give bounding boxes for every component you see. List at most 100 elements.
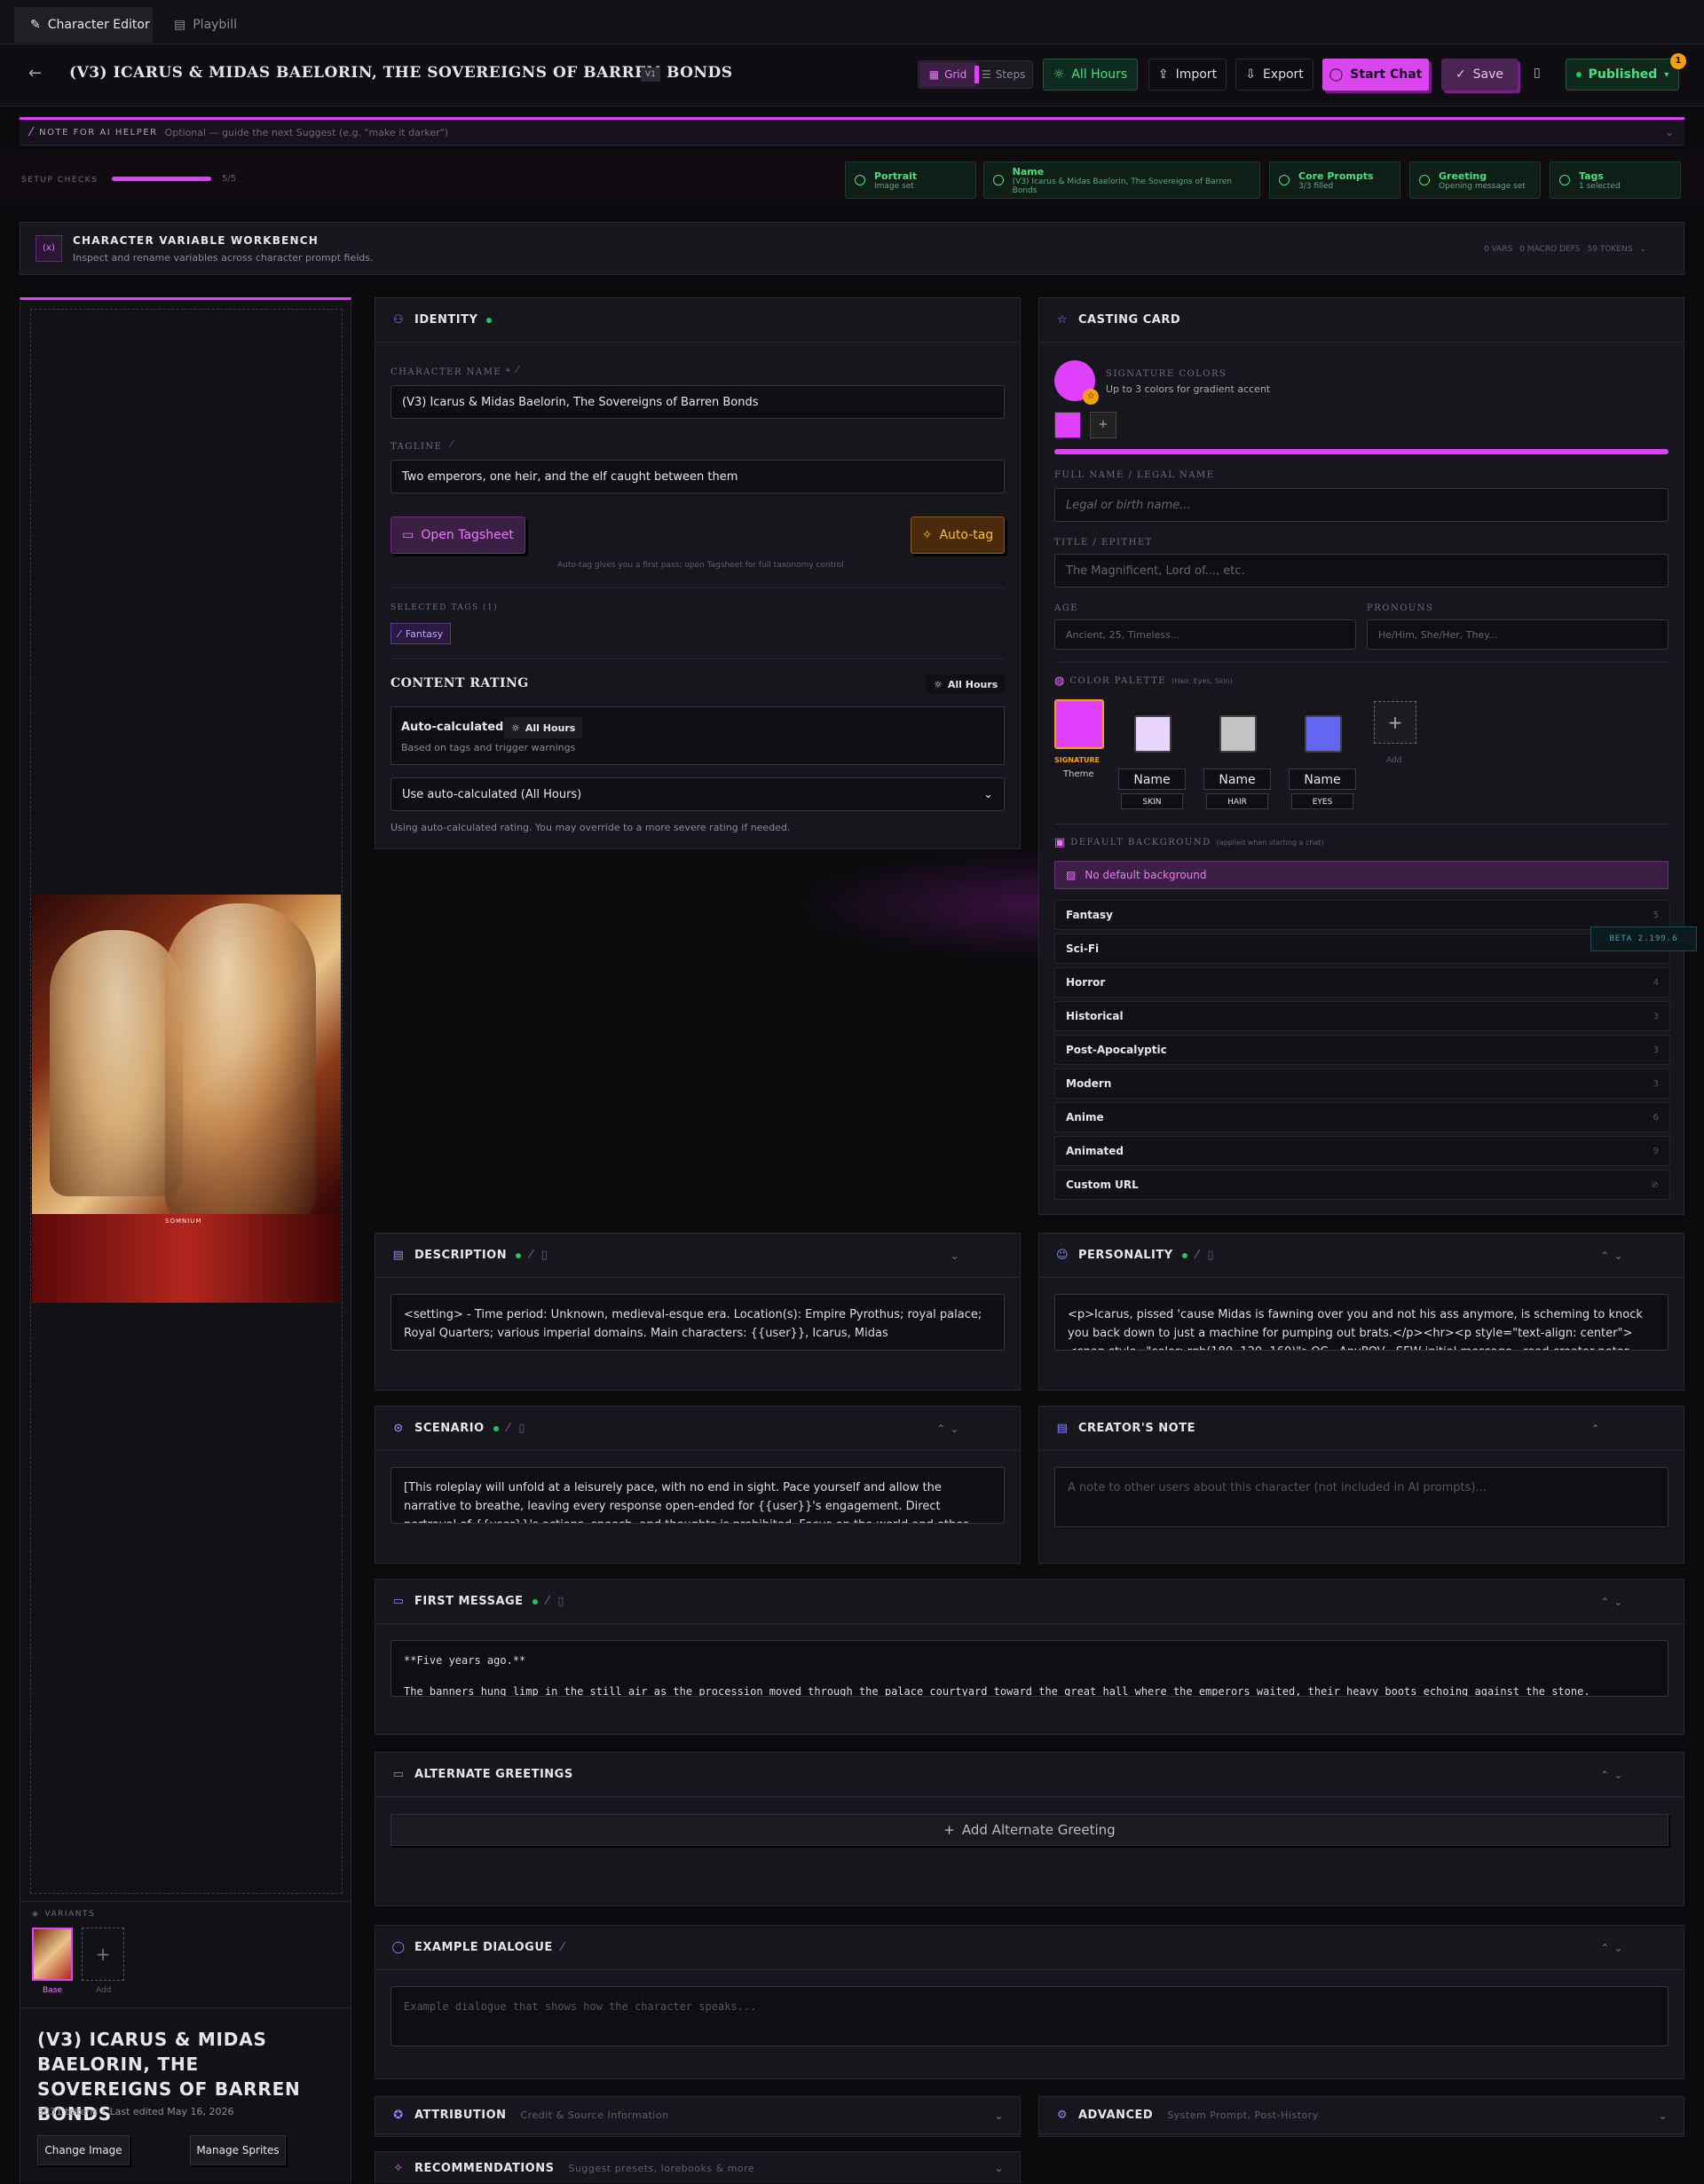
published-button[interactable]: Published ▾ xyxy=(1566,59,1679,91)
import-button[interactable]: ⇪ Import xyxy=(1148,59,1227,91)
signature-swatch-large[interactable] xyxy=(1054,699,1104,749)
export-button[interactable]: ⇩ Export xyxy=(1235,59,1314,91)
skin-name-input[interactable]: Name xyxy=(1118,769,1186,790)
variant-base-thumb[interactable] xyxy=(32,1928,73,1981)
genre-post-apocalyptic[interactable]: Post-Apocalyptic 3 xyxy=(1054,1035,1670,1065)
description-textarea[interactable]: <setting> - Time period: Unknown, mediev… xyxy=(390,1294,1005,1351)
check-name[interactable]: Name (V3) Icarus & Midas Baelorin, The So… xyxy=(983,162,1260,199)
grid-button[interactable]: ▦ Grid xyxy=(919,62,976,87)
wand-icon[interactable]: ⁄ xyxy=(547,1595,549,1608)
rating-badge: ☼ All Hours xyxy=(927,674,1006,694)
chevron-down-icon: ⌄ xyxy=(1664,126,1674,138)
tagline-input[interactable]: Two emperors, one heir, and the elf caug… xyxy=(390,460,1005,493)
open-tagsheet-button[interactable]: ▭ Open Tagsheet xyxy=(390,516,525,554)
change-image-button[interactable]: Change Image xyxy=(37,2135,130,2165)
chevron-updown-icon[interactable]: ⌃ ⌄ xyxy=(1600,1769,1623,1781)
all-hours-button[interactable]: ☼ All Hours xyxy=(1043,59,1138,91)
add-color-button[interactable]: + xyxy=(1374,701,1416,744)
genre-custom-url[interactable]: Custom URL ⊘ xyxy=(1054,1170,1670,1200)
status-dot-icon xyxy=(516,1252,522,1258)
ai-note-bar[interactable]: ⁄ NOTE FOR AI HELPER Optional — guide th… xyxy=(20,117,1684,146)
back-button[interactable]: ← xyxy=(28,64,42,83)
add-variant-button[interactable]: + xyxy=(82,1928,124,1981)
palette-icon: ◍ xyxy=(1054,674,1065,688)
save-button[interactable]: ✓ Save xyxy=(1441,59,1518,91)
title-input[interactable]: The Magnificent, Lord of..., etc. xyxy=(1054,554,1668,587)
hair-name-input[interactable]: Name xyxy=(1203,769,1271,790)
tab-character-editor[interactable]: ✎ Character Editor xyxy=(14,7,153,43)
file-icon[interactable]: ▯ xyxy=(1207,1249,1214,1262)
image-icon: ▣ xyxy=(1054,836,1066,849)
wand-icon[interactable]: ⁄ xyxy=(451,438,453,450)
no-background-option[interactable]: ▨ No default background xyxy=(1054,861,1668,889)
file-icon[interactable]: ▯ xyxy=(518,1422,525,1435)
check-circle-icon xyxy=(1419,175,1430,185)
name-input[interactable]: (V3) Icarus & Midas Baelorin, The Sovere… xyxy=(390,385,1005,419)
genre-anime[interactable]: Anime 6 xyxy=(1054,1102,1670,1132)
user-icon: ⚇ xyxy=(392,313,405,327)
chevron-down-icon: ⌄ xyxy=(1658,2109,1668,2122)
genre-fantasy[interactable]: Fantasy 5 xyxy=(1054,900,1670,930)
first-message-textarea[interactable]: **Five years ago.** The banners hung limp… xyxy=(390,1640,1668,1697)
add-alternate-greeting-button[interactable]: + Add Alternate Greeting xyxy=(390,1814,1668,1846)
genre-horror[interactable]: Horror 4 xyxy=(1054,967,1670,997)
chevron-updown-icon[interactable]: ⌃ ⌄ xyxy=(1600,1596,1623,1608)
document-icon[interactable]: ▯ xyxy=(1534,66,1541,80)
signature-swatch[interactable] xyxy=(1054,412,1081,438)
chevron-up-icon[interactable]: ⌃ xyxy=(1590,1423,1600,1435)
chevron-down-icon: ⌄ xyxy=(983,787,993,801)
attribution-panel[interactable]: ✪ ATTRIBUTION Credit & Source Information ⌄ xyxy=(375,2096,1021,2137)
hair-swatch[interactable] xyxy=(1219,715,1257,753)
wand-icon[interactable]: ⁄ xyxy=(508,1422,510,1435)
wand-icon[interactable]: ⁄ xyxy=(530,1249,532,1262)
genre-modern[interactable]: Modern 3 xyxy=(1054,1068,1670,1099)
file-icon[interactable]: ▯ xyxy=(557,1595,564,1608)
rating-note: Using auto-calculated rating. You may ov… xyxy=(390,822,791,833)
wand-icon[interactable]: ⁄ xyxy=(1196,1249,1199,1262)
sun-icon: ☼ xyxy=(511,721,520,734)
check-greeting[interactable]: Greeting Opening message set xyxy=(1409,162,1541,199)
tab-playbill[interactable]: ▤ Playbill xyxy=(174,7,237,43)
eyes-name-input[interactable]: Name xyxy=(1289,769,1356,790)
age-input[interactable]: Ancient, 25, Timeless... xyxy=(1054,619,1356,650)
chevron-down-icon: ▾ xyxy=(1664,69,1669,80)
chevron-updown-icon[interactable]: ⌃ ⌄ xyxy=(1600,1250,1623,1262)
chevron-updown-icon[interactable]: ⌃ ⌄ xyxy=(936,1423,959,1435)
ai-note-input[interactable]: Optional — guide the next Suggest (e.g. … xyxy=(165,127,448,138)
check-tags[interactable]: Tags 1 selected xyxy=(1550,162,1681,199)
skin-swatch[interactable] xyxy=(1134,715,1172,753)
auto-calc-box xyxy=(390,706,1005,765)
chevron-down-icon[interactable]: ⌄ xyxy=(950,1250,959,1262)
pronouns-input[interactable]: He/Him, She/Her, They... xyxy=(1367,619,1668,650)
manage-sprites-button[interactable]: Manage Sprites xyxy=(190,2135,286,2165)
signature-caption: SIGNATURE xyxy=(1054,756,1100,764)
rating-select[interactable]: Use auto-calculated (All Hours) ⌄ xyxy=(390,777,1005,811)
advanced-panel[interactable]: ⚙ ADVANCED System Prompt, Post-History ⌄ xyxy=(1038,2096,1684,2137)
creator-note-textarea[interactable]: A note to other users about this charact… xyxy=(1054,1467,1668,1527)
wand-icon[interactable]: ⁄ xyxy=(517,364,518,375)
genre-animated[interactable]: Animated 9 xyxy=(1054,1136,1670,1166)
beta-badge: BETA 2.199.6 xyxy=(1590,926,1697,951)
wand-icon[interactable]: ⁄ xyxy=(562,1941,564,1954)
scenario-textarea[interactable]: [This roleplay will unfold at a leisurel… xyxy=(390,1467,1005,1524)
add-signature-button[interactable]: + xyxy=(1090,412,1116,438)
example-dialogue-textarea[interactable]: Example dialogue that shows how the char… xyxy=(390,1986,1668,2046)
check-portrait[interactable]: Portrait Image set xyxy=(845,162,976,199)
book-icon: ▤ xyxy=(174,18,186,32)
divider xyxy=(390,658,1005,659)
steps-button[interactable]: ☰ Steps xyxy=(982,62,1031,87)
genre-historical[interactable]: Historical 3 xyxy=(1054,1001,1670,1031)
recommendations-panel[interactable]: ✧ RECOMMENDATIONS Suggest presets, loreboo… xyxy=(375,2151,1021,2183)
start-chat-button[interactable]: ◯ Start Chat xyxy=(1322,59,1429,91)
check-core-prompts[interactable]: Core Prompts 3/3 filled xyxy=(1269,162,1400,199)
variable-workbench[interactable] xyxy=(20,222,1684,275)
genre-sci-fi[interactable]: Sci-Fi4 xyxy=(1054,934,1670,964)
auto-tag-button[interactable]: ✧ Auto-tag xyxy=(911,516,1005,554)
chevron-updown-icon[interactable]: ⌃ ⌄ xyxy=(1600,1942,1623,1954)
pronouns-label: PRONOUNS xyxy=(1367,603,1434,613)
fullname-input[interactable]: Legal or birth name... xyxy=(1054,488,1668,522)
file-icon[interactable]: ▯ xyxy=(541,1249,548,1262)
tag-chip-fantasy[interactable]: ⁄ Fantasy xyxy=(390,623,452,644)
personality-textarea[interactable]: <p>Icarus, pissed 'cause Midas is fawnin… xyxy=(1054,1294,1668,1351)
eyes-swatch[interactable] xyxy=(1305,715,1342,753)
